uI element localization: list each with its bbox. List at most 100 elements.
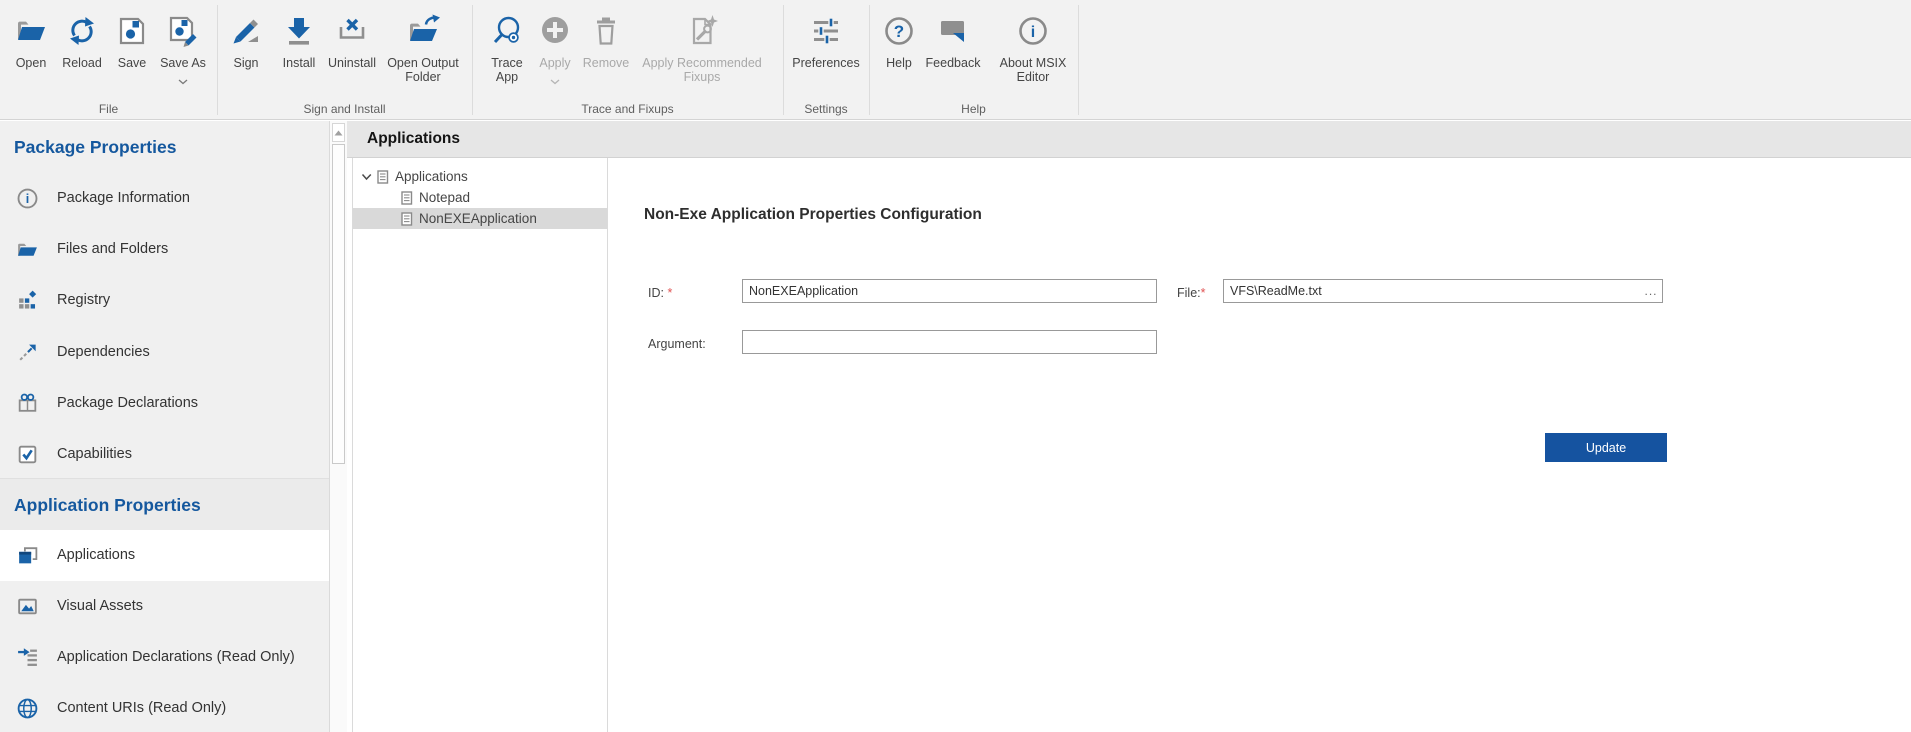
scrollbar-up-arrow[interactable] bbox=[332, 123, 345, 142]
install-arrow-icon bbox=[282, 6, 316, 56]
open-label: Open bbox=[16, 56, 47, 70]
save-as-dropdown-chevron-icon[interactable] bbox=[178, 72, 188, 90]
sidebar-item-applications[interactable]: Applications bbox=[0, 530, 329, 581]
tree-item-notepad[interactable]: Notepad bbox=[353, 187, 607, 208]
page-title: Applications bbox=[367, 121, 460, 157]
document-list-icon bbox=[401, 191, 413, 205]
sign-pencil-icon bbox=[229, 6, 263, 56]
save-button[interactable]: Save bbox=[111, 6, 153, 70]
apply-label: Apply bbox=[539, 56, 570, 70]
uninstall-icon bbox=[335, 6, 369, 56]
open-output-folder-button[interactable]: Open Output Folder bbox=[379, 6, 467, 84]
preferences-button[interactable]: Preferences bbox=[787, 6, 865, 70]
document-list-icon bbox=[377, 170, 389, 184]
browse-ellipsis-button[interactable]: ... bbox=[1640, 280, 1662, 302]
ribbon-group-sign-install: Sign Install Uninstall Open Output Folde… bbox=[217, 0, 472, 119]
id-field-label: ID: * bbox=[648, 286, 672, 300]
id-input[interactable] bbox=[742, 279, 1157, 303]
info-circle-icon: i bbox=[16, 187, 39, 210]
help-question-icon: ? bbox=[882, 6, 916, 56]
argument-field-label: Argument: bbox=[648, 337, 706, 351]
remove-label: Remove bbox=[583, 56, 630, 70]
required-asterisk: * bbox=[667, 286, 672, 300]
ribbon-group-label-trace-fixups: Trace and Fixups bbox=[472, 102, 783, 116]
remove-button[interactable]: Remove bbox=[576, 6, 636, 70]
apply-button[interactable]: Apply bbox=[532, 6, 578, 90]
ribbon-group-settings: Preferences Settings bbox=[783, 0, 869, 119]
sidebar-scrollbar[interactable] bbox=[330, 121, 347, 732]
image-icon bbox=[16, 595, 39, 618]
feedback-bubble-icon bbox=[936, 6, 970, 56]
help-button[interactable]: ? Help bbox=[879, 6, 919, 70]
open-folder-icon bbox=[14, 6, 48, 56]
sidebar-item-capabilities[interactable]: Capabilities bbox=[0, 429, 329, 480]
chevron-down-icon[interactable] bbox=[360, 170, 373, 183]
ribbon-group-file: Open Reload Save Save As bbox=[0, 0, 217, 119]
form-title: Non-Exe Application Properties Configura… bbox=[644, 206, 982, 224]
ribbon-group-label-sign-install: Sign and Install bbox=[217, 102, 472, 116]
sign-button[interactable]: Sign bbox=[226, 6, 266, 70]
about-msix-editor-label: About MSIX Editor bbox=[991, 56, 1075, 84]
help-label: Help bbox=[886, 56, 912, 70]
tree-item-label: NonEXEApplication bbox=[419, 211, 537, 226]
install-label: Install bbox=[283, 56, 316, 70]
open-button[interactable]: Open bbox=[8, 6, 54, 70]
document-list-icon bbox=[401, 212, 413, 226]
ribbon-group-label-settings: Settings bbox=[783, 102, 869, 116]
ribbon-toolbar: Open Reload Save Save As bbox=[0, 0, 1911, 120]
file-input[interactable] bbox=[1224, 280, 1640, 302]
preferences-sliders-icon bbox=[809, 6, 843, 56]
save-as-icon bbox=[166, 6, 200, 56]
feedback-button[interactable]: Feedback bbox=[921, 6, 985, 70]
install-button[interactable]: Install bbox=[274, 6, 324, 70]
save-as-label: Save As bbox=[160, 56, 206, 70]
tree-item-nonexeapplication[interactable]: NonEXEApplication bbox=[353, 208, 607, 229]
required-asterisk: * bbox=[1201, 286, 1206, 300]
tree-item-label: Applications bbox=[395, 169, 468, 184]
preferences-label: Preferences bbox=[792, 56, 859, 70]
sidebar-item-visual-assets[interactable]: Visual Assets bbox=[0, 581, 329, 632]
folder-icon bbox=[16, 238, 39, 261]
sidebar-item-files-and-folders[interactable]: Files and Folders bbox=[0, 224, 329, 275]
sidebar-item-application-declarations[interactable]: Application Declarations (Read Only) bbox=[0, 632, 329, 683]
trace-app-magnifier-icon bbox=[490, 6, 524, 56]
sidebar-item-package-declarations[interactable]: Package Declarations bbox=[0, 378, 329, 429]
about-msix-editor-button[interactable]: i About MSIX Editor bbox=[991, 6, 1075, 84]
tree-item-applications-root[interactable]: Applications bbox=[353, 166, 607, 187]
sidebar-section-title-application-properties: Application Properties bbox=[14, 495, 201, 516]
sidebar-item-package-information[interactable]: i Package Information bbox=[0, 173, 329, 224]
reload-label: Reload bbox=[62, 56, 102, 70]
ribbon-group-label-file: File bbox=[0, 102, 217, 116]
sidebar-item-content-uris[interactable]: Content URIs (Read Only) bbox=[0, 683, 329, 732]
update-button[interactable]: Update bbox=[1545, 433, 1667, 462]
open-output-folder-label: Open Output Folder bbox=[379, 56, 467, 84]
trace-app-button[interactable]: Trace App bbox=[484, 6, 530, 84]
ribbon-group-label-help: Help bbox=[869, 102, 1078, 116]
sidebar-item-dependencies[interactable]: Dependencies bbox=[0, 327, 329, 378]
globe-icon bbox=[16, 697, 39, 720]
ribbon-group-help: ? Help Feedback i About MSIX Editor Help bbox=[869, 0, 1078, 119]
reload-button[interactable]: Reload bbox=[57, 6, 107, 70]
file-field-label: File:* bbox=[1177, 286, 1206, 300]
svg-text:?: ? bbox=[894, 22, 904, 41]
sidebar-navigation: Package Properties i Package Information… bbox=[0, 121, 330, 732]
apply-recommended-fixups-button[interactable]: Apply Recommended Fixups bbox=[632, 6, 772, 84]
dependencies-arrow-icon bbox=[16, 341, 39, 364]
svg-text:i: i bbox=[26, 192, 29, 206]
scrollbar-thumb[interactable] bbox=[332, 144, 345, 464]
ribbon-group-trace-fixups: Trace App Apply Remove bbox=[472, 0, 783, 119]
about-info-icon: i bbox=[1016, 6, 1050, 56]
argument-input[interactable] bbox=[742, 330, 1157, 354]
uninstall-label: Uninstall bbox=[328, 56, 376, 70]
reload-icon bbox=[65, 6, 99, 56]
sign-label: Sign bbox=[233, 56, 258, 70]
application-windows-icon bbox=[16, 544, 39, 567]
apply-plus-icon bbox=[538, 6, 572, 56]
uninstall-button[interactable]: Uninstall bbox=[320, 6, 384, 70]
remove-trash-icon bbox=[589, 6, 623, 56]
apply-recommended-fixups-icon bbox=[685, 6, 719, 56]
save-as-button[interactable]: Save As bbox=[155, 6, 211, 90]
tree-item-label: Notepad bbox=[419, 190, 470, 205]
feedback-label: Feedback bbox=[926, 56, 981, 70]
sidebar-item-registry[interactable]: Registry bbox=[0, 275, 329, 326]
